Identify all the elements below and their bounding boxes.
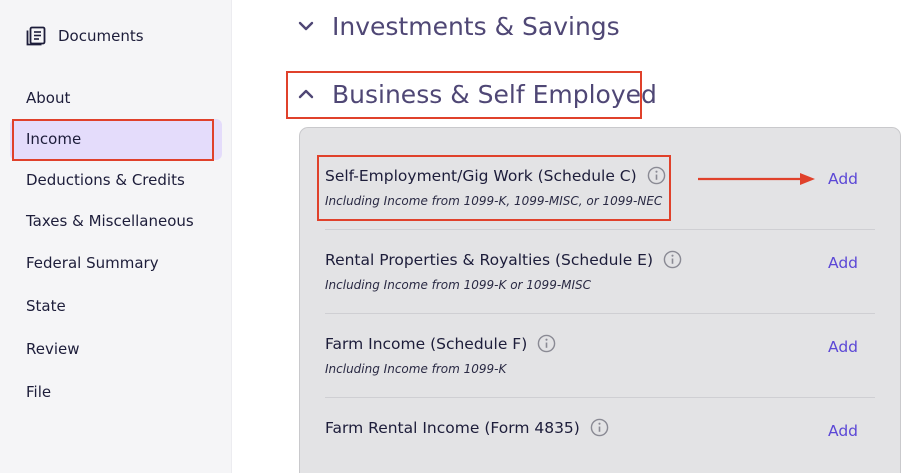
add-schedule-e-button[interactable]: Add bbox=[828, 254, 858, 272]
income-row-schedule-e: Rental Properties & Royalties (Schedule … bbox=[300, 230, 900, 314]
sidebar-item-review[interactable]: Review bbox=[10, 328, 222, 371]
income-row-schedule-c: Self-Employment/Gig Work (Schedule C) In… bbox=[300, 146, 900, 230]
income-row-schedule-f: Farm Income (Schedule F) Including Incom… bbox=[300, 314, 900, 398]
add-schedule-f-button[interactable]: Add bbox=[828, 338, 858, 356]
sidebar: Documents About Income Deductions & Cred… bbox=[0, 0, 232, 473]
info-icon[interactable] bbox=[537, 334, 556, 353]
sidebar-item-about[interactable]: About bbox=[10, 78, 222, 119]
add-form-4835-button[interactable]: Add bbox=[828, 422, 858, 440]
sidebar-item-federal-summary[interactable]: Federal Summary bbox=[10, 242, 222, 285]
documents-link[interactable]: Documents bbox=[26, 26, 144, 46]
row-title: Rental Properties & Royalties (Schedule … bbox=[325, 250, 654, 269]
row-subtitle: Including Income from 1099-K or 1099-MIS… bbox=[325, 278, 592, 292]
sidebar-item-deductions-credits[interactable]: Deductions & Credits bbox=[10, 160, 222, 201]
sidebar-item-state[interactable]: State bbox=[10, 285, 222, 328]
section-title: Business & Self Employed bbox=[332, 79, 657, 109]
row-subtitle: Including Income from 1099-K bbox=[325, 362, 507, 376]
info-icon[interactable] bbox=[663, 250, 682, 269]
section-title: Investments & Savings bbox=[332, 11, 620, 41]
row-title: Self-Employment/Gig Work (Schedule C) bbox=[325, 166, 637, 185]
sidebar-nav: About Income Deductions & Credits Taxes … bbox=[10, 78, 222, 414]
section-investments-savings[interactable]: Investments & Savings bbox=[298, 8, 620, 44]
section-business-self-employed[interactable]: Business & Self Employed bbox=[298, 74, 657, 114]
row-title: Farm Rental Income (Form 4835) bbox=[325, 418, 580, 437]
pointer-arrow-icon bbox=[698, 173, 815, 185]
documents-label: Documents bbox=[58, 27, 144, 45]
sidebar-item-income[interactable]: Income bbox=[10, 119, 222, 160]
documents-icon bbox=[26, 26, 46, 46]
income-row-form-4835: Farm Rental Income (Form 4835) Add bbox=[300, 398, 900, 473]
sidebar-item-file[interactable]: File bbox=[10, 371, 222, 414]
row-subtitle: Including Income from 1099-K, 1099-MISC,… bbox=[325, 194, 663, 208]
add-schedule-c-button[interactable]: Add bbox=[828, 170, 858, 188]
chevron-down-icon bbox=[298, 21, 314, 31]
sidebar-item-taxes-miscellaneous[interactable]: Taxes & Miscellaneous bbox=[10, 201, 222, 242]
info-icon[interactable] bbox=[590, 418, 609, 437]
info-icon[interactable] bbox=[647, 166, 666, 185]
row-title: Farm Income (Schedule F) bbox=[325, 334, 528, 353]
chevron-up-icon bbox=[298, 89, 314, 99]
